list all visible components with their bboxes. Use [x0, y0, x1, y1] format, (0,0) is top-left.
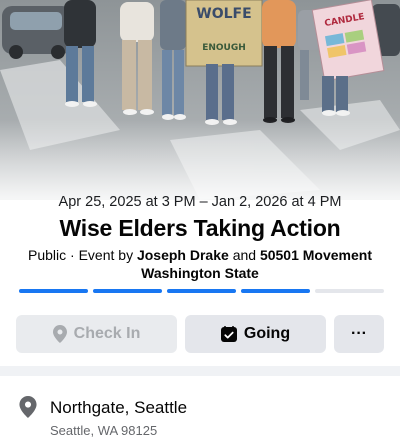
cover-sign-center-text: ENOUGH [202, 43, 246, 53]
location-pin-icon [19, 396, 37, 423]
and-word: and [232, 247, 257, 263]
cover-fade-overlay [0, 120, 400, 200]
event-title: Wise Elders Taking Action [59, 215, 341, 241]
pager-segment [241, 289, 310, 293]
cover-sign-left-text: WOLFE [196, 6, 251, 22]
check-in-button[interactable]: Check In [16, 315, 177, 353]
event-hosts: Public · Event by Joseph Drake and 50501… [0, 246, 400, 282]
check-in-label: Check In [73, 325, 141, 342]
event-screen: WOLFE ENOUGH CANDLE Apr 25, 2025 at 3 PM… [0, 0, 400, 446]
event-dates: Apr 25, 2025 at 3 PM – Jan 2, 2026 at 4 … [58, 194, 342, 210]
event-cover-photo[interactable]: WOLFE ENOUGH CANDLE [0, 0, 400, 200]
going-button[interactable]: Going [185, 315, 326, 353]
location-name: Northgate, Seattle [50, 398, 188, 417]
more-options-button[interactable]: ··· [334, 315, 384, 353]
hosted-prefix: Event by [78, 247, 134, 263]
event-privacy: Public [28, 247, 67, 263]
host-link-joseph-drake[interactable]: Joseph Drake [137, 247, 229, 263]
cover-pager [19, 289, 384, 293]
section-divider [0, 366, 400, 376]
event-location[interactable]: Northgate, Seattle Seattle, WA 98125 [0, 384, 400, 446]
pager-segment [167, 289, 236, 293]
host-link-washington-state[interactable]: Washington State [141, 265, 259, 281]
location-pin-icon [52, 325, 67, 343]
ellipsis-icon: ··· [351, 325, 367, 342]
event-actions: Check In Going ··· [16, 315, 384, 353]
meta-separator: · [70, 247, 79, 263]
calendar-check-icon [220, 326, 237, 342]
pager-segment [315, 289, 384, 293]
event-header: Apr 25, 2025 at 3 PM – Jan 2, 2026 at 4 … [0, 192, 400, 282]
going-label: Going [243, 325, 291, 342]
location-address: Seattle, WA 98125 [50, 423, 158, 438]
host-link-50501-movement[interactable]: 50501 Movement [260, 247, 372, 263]
pager-segment [93, 289, 162, 293]
pager-segment [19, 289, 88, 293]
